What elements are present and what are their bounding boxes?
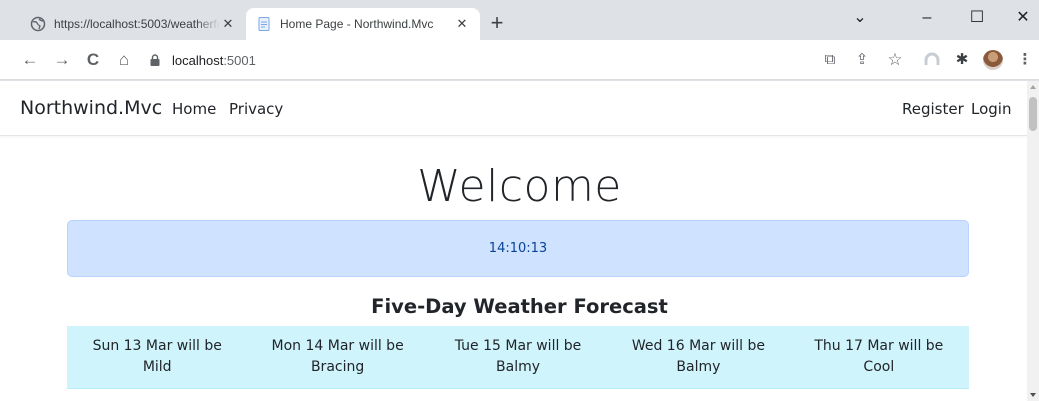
forecast-summary: Bracing [310, 359, 365, 375]
browser-toolbar: ← → C ⌂ localhost:5001 ⧉ ⇪ ☆ ✱ ⋮ [0, 40, 1039, 80]
forecast-summary: Balmy [676, 359, 721, 375]
extension-arch-icon[interactable] [922, 50, 942, 70]
tab-home-page[interactable]: Home Page - Northwind.Mvc ✕ [246, 8, 480, 40]
forecast-summary: Mild [142, 359, 172, 375]
close-window-button[interactable]: ✕ [1008, 6, 1038, 30]
tab-weatherforecast[interactable]: https://localhost:5003/weatherforecast ✕ [20, 8, 246, 40]
scroll-down-arrow-icon[interactable] [1030, 393, 1036, 397]
forecast-cell: Wed 16 Mar will be Balmy [608, 326, 788, 388]
back-button[interactable]: ← [18, 48, 42, 72]
tab-search-icon[interactable]: ⌄ [845, 6, 875, 30]
tab-title: https://localhost:5003/weatherforecast [54, 17, 220, 31]
forecast-cell: Tue 15 Mar will be Balmy [428, 326, 608, 388]
forecast-heading: Five-Day Weather Forecast [371, 295, 668, 318]
forecast-cell: Mon 14 Mar will be Bracing [247, 326, 427, 388]
nav-home-link[interactable]: Home [172, 100, 216, 118]
tab-close-icon[interactable]: ✕ [220, 16, 236, 32]
maximize-button[interactable]: ☐ [962, 6, 992, 30]
globe-icon [30, 16, 46, 32]
new-tab-button[interactable]: + [485, 12, 509, 36]
lock-icon [150, 54, 160, 66]
nav-login-link[interactable]: Login [971, 100, 1011, 118]
scrollbar-thumb[interactable] [1029, 97, 1037, 131]
browser-menu-icon[interactable]: ⋮ [1015, 50, 1035, 70]
time-alert: 14:10:13 [67, 220, 969, 277]
forecast-day: Wed 16 Mar will be [631, 338, 765, 354]
forecast-table-row: Sun 13 Mar will be Mild Mon 14 Mar will … [67, 326, 969, 389]
page-icon [258, 17, 270, 31]
brand-link[interactable]: Northwind.Mvc [20, 97, 162, 119]
nav-register-link[interactable]: Register [902, 100, 964, 118]
minimize-button[interactable]: – [912, 6, 942, 30]
reload-button[interactable]: C [81, 48, 105, 72]
forecast-summary: Cool [863, 359, 895, 375]
tab-title: Home Page - Northwind.Mvc [280, 17, 434, 31]
page-viewport: Northwind.Mvc Home Privacy Register Logi… [0, 81, 1027, 401]
current-time: 14:10:13 [488, 241, 548, 256]
nav-privacy-link[interactable]: Privacy [229, 100, 283, 118]
browser-tab-strip: https://localhost:5003/weatherforecast ✕… [0, 0, 1039, 40]
open-in-app-icon[interactable]: ⧉ [820, 50, 840, 70]
address-port: :5001 [223, 52, 256, 68]
home-button[interactable]: ⌂ [112, 48, 136, 72]
forecast-day: Tue 15 Mar will be [454, 338, 582, 354]
forecast-day: Thu 17 Mar will be [814, 338, 944, 354]
site-navbar: Northwind.Mvc Home Privacy Register Logi… [0, 81, 1027, 136]
extensions-puzzle-icon[interactable]: ✱ [952, 50, 972, 70]
page-scrollbar[interactable] [1027, 81, 1039, 401]
forward-button[interactable]: → [50, 48, 74, 72]
address-host: localhost [172, 52, 224, 68]
forecast-cell: Thu 17 Mar will be Cool [789, 326, 969, 388]
forecast-day: Sun 13 Mar will be [92, 338, 222, 354]
tab-close-icon[interactable]: ✕ [454, 16, 470, 32]
forecast-cell: Sun 13 Mar will be Mild [67, 326, 247, 388]
page-title: Welcome [417, 161, 622, 212]
forecast-day: Mon 14 Mar will be [271, 338, 404, 354]
forecast-summary: Balmy [496, 359, 541, 375]
bookmark-star-icon[interactable]: ☆ [885, 50, 905, 70]
profile-avatar[interactable] [983, 50, 1003, 70]
share-icon[interactable]: ⇪ [852, 50, 872, 70]
address-bar[interactable]: localhost:5001 [148, 46, 838, 74]
scroll-up-arrow-icon[interactable] [1030, 85, 1036, 89]
